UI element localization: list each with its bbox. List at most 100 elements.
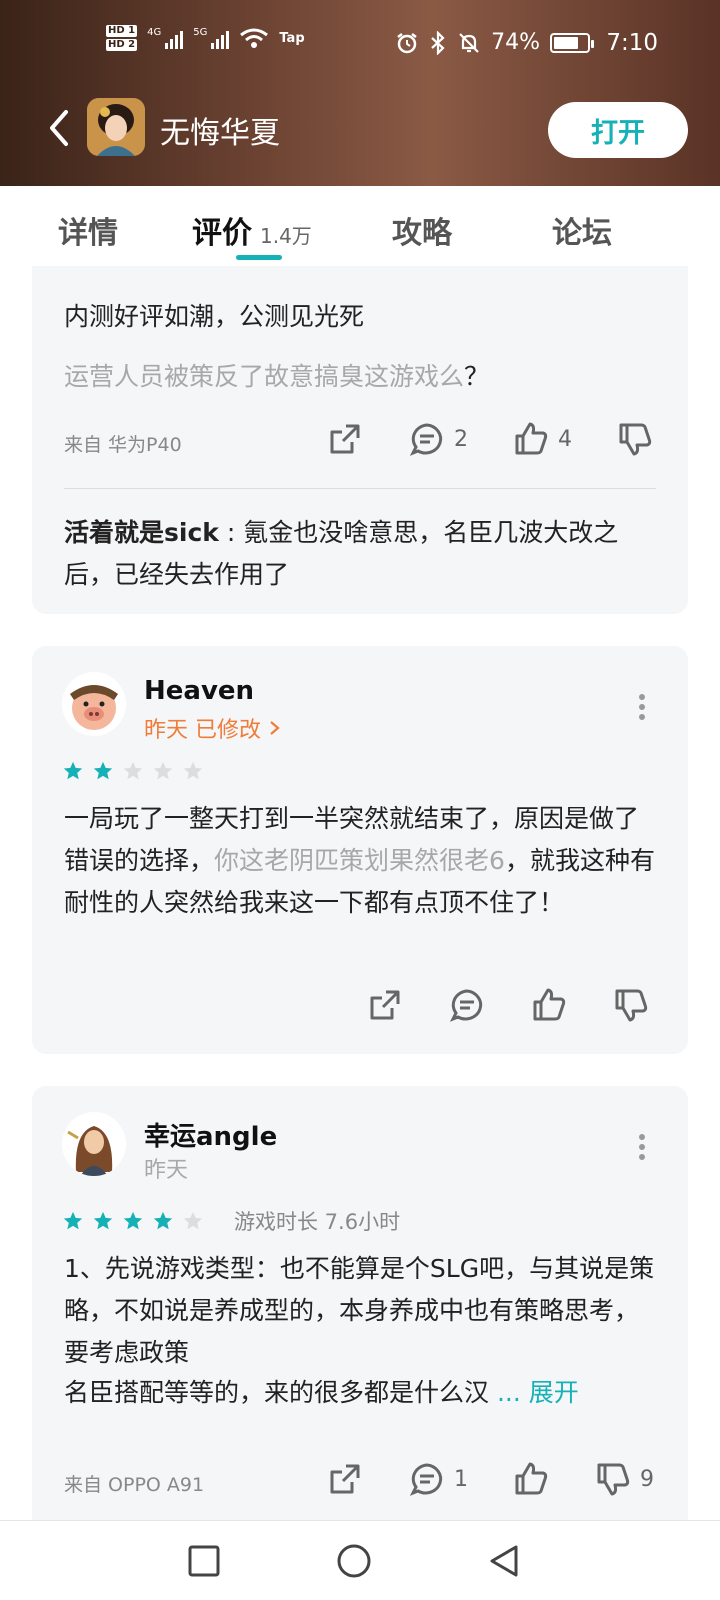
tab-reviews[interactable]: 评价 1.4万 [192,208,312,252]
playtime: 游戏时长 7.6小时 [234,1210,401,1234]
tab-guides-label: 攻略 [392,216,452,251]
star-rating: 游戏时长 7.6小时 [62,1206,400,1236]
review-card-heaven: Heaven 昨天 已修改 一局玩了一整天打到一半突然就结束了，原因是做了错误的… [32,646,688,1054]
reply-separator: : [218,518,244,547]
like-button[interactable] [530,986,568,1024]
star-empty-icon [183,761,203,780]
like-button[interactable]: 4 [512,420,572,458]
avatar[interactable] [62,1112,126,1176]
star-filled-icon [123,1211,143,1230]
comment-button[interactable] [448,986,486,1024]
star-filled-icon [153,1211,173,1230]
share-button[interactable] [326,420,364,458]
hd1-label: HD 1 [106,25,138,37]
review-text-punct: ？ [464,362,490,391]
star-rating [62,760,204,782]
review-count: 1.4万 [260,224,312,248]
back-icon[interactable] [486,1543,522,1579]
star-empty-icon [183,1211,203,1230]
review-text: 内测好评如潮，公测见光死 [64,302,365,331]
reply[interactable]: 活着就是sick : 氪金也没啥意思，名臣几波大改之后，已经失去作用了 [64,512,656,596]
comment-icon [409,423,443,456]
battery-icon [550,32,594,53]
comment-icon [449,989,483,1022]
comment-button[interactable]: 2 [408,420,468,458]
star-filled-icon [63,761,83,780]
share-icon [330,424,360,454]
tab-reviews-label: 评价 [192,216,252,251]
share-icon [330,1464,360,1494]
device-label: 来自 华为P40 [64,434,182,456]
tab-details[interactable]: 详情 [58,208,118,252]
device-label: 来自 OPPO A91 [64,1474,205,1496]
dislike-count: 9 [640,1466,654,1492]
review-text: 1、先说游戏类型：也不能算是个SLG吧，与其说是策略，不如说是养成型的，本身养成… [64,1254,655,1367]
thumbs-down-icon [619,423,652,456]
username[interactable]: 幸运angle [144,1116,277,1153]
share-button[interactable] [366,986,404,1024]
open-app-button[interactable]: 打开 [548,102,688,158]
net2-label: 5G [193,27,208,38]
comment-count: 1 [454,1466,468,1492]
comment-button[interactable]: 1 [408,1460,468,1498]
dislike-button[interactable] [612,986,650,1024]
tab-guides[interactable]: 攻略 [392,208,452,252]
thumbs-down-icon [615,989,648,1022]
review-date: 昨天 [144,1158,189,1183]
avatar-art [67,1126,113,1176]
share-button[interactable] [326,1460,364,1498]
review-text-muted: 运营人员被策反了故意搞臭这游戏么 [64,362,465,391]
review-list[interactable]: 内测好评如潮，公测见光死 运营人员被策反了故意搞臭这游戏么？ 来自 华为P40 … [0,266,720,1520]
hd2-label: HD 2 [106,39,138,51]
recents-icon[interactable] [186,1543,222,1579]
review-actions [322,986,650,1024]
expand-link[interactable]: ... 展开 [497,1378,579,1407]
signal-4g-icon: 4G [147,27,184,49]
star-filled-icon [93,761,113,780]
mute-bell-icon [459,32,479,53]
back-arrow-icon[interactable] [42,106,78,150]
thumbs-up-icon [533,988,566,1021]
tap-tag: Tap [279,30,305,46]
review-date[interactable]: 昨天 已修改 [144,712,282,744]
star-empty-icon [153,761,173,780]
home-icon[interactable] [336,1543,372,1579]
review-text-2: 名臣搭配等等的，来的很多都是什么汉 ... 展开 [64,1372,656,1414]
star-filled-icon [93,1211,113,1230]
app-icon[interactable] [87,98,145,156]
tab-bar: 详情 评价 1.4万 攻略 论坛 [0,186,720,266]
net1-label: 4G [147,27,162,38]
status-left: HD 1 HD 2 4G 5G Tap [106,24,305,52]
app-title: 无悔华夏 [160,116,280,151]
bluetooth-icon [431,30,445,55]
comment-icon [409,1463,443,1496]
review-text: 一局玩了一整天打到一半突然就结束了，原因是做了错误的选择，你这老阴匹策划果然很老… [64,798,656,924]
active-tab-indicator [236,255,282,260]
tab-details-label: 详情 [58,216,118,251]
review-card: 内测好评如潮，公测见光死 运营人员被策反了故意搞臭这游戏么？ 来自 华为P40 … [32,266,688,614]
dislike-button[interactable]: 9 [594,1460,654,1498]
app-header: HD 1 HD 2 4G 5G Tap 74% 7:10 无悔华夏 打开 [0,0,720,186]
star-empty-icon [123,761,143,780]
like-button[interactable] [512,1460,550,1498]
avatar[interactable] [62,672,126,736]
thumbs-up-icon [515,422,548,455]
clock: 7:10 [606,30,658,56]
status-right: 74% [395,30,594,55]
comment-count: 2 [454,426,468,452]
tab-forum[interactable]: 论坛 [552,208,612,252]
avatar-art [70,685,118,730]
thumbs-down-icon [597,1463,630,1496]
more-options-icon[interactable] [638,690,646,724]
dislike-button[interactable] [616,420,654,458]
chevron-right-icon [270,721,280,735]
battery-percent: 74% [491,30,540,55]
review-text-para2: 名臣搭配等等的，来的很多都是什么汉 [64,1378,490,1407]
reply-username[interactable]: 活着就是sick [64,518,219,547]
app-icon-art [87,98,145,156]
review-actions: 2 4 [282,420,654,458]
app-navbar: 无悔华夏 打开 [0,98,720,158]
more-options-icon[interactable] [638,1130,646,1164]
share-icon [370,990,400,1020]
username[interactable]: Heaven [144,676,254,706]
